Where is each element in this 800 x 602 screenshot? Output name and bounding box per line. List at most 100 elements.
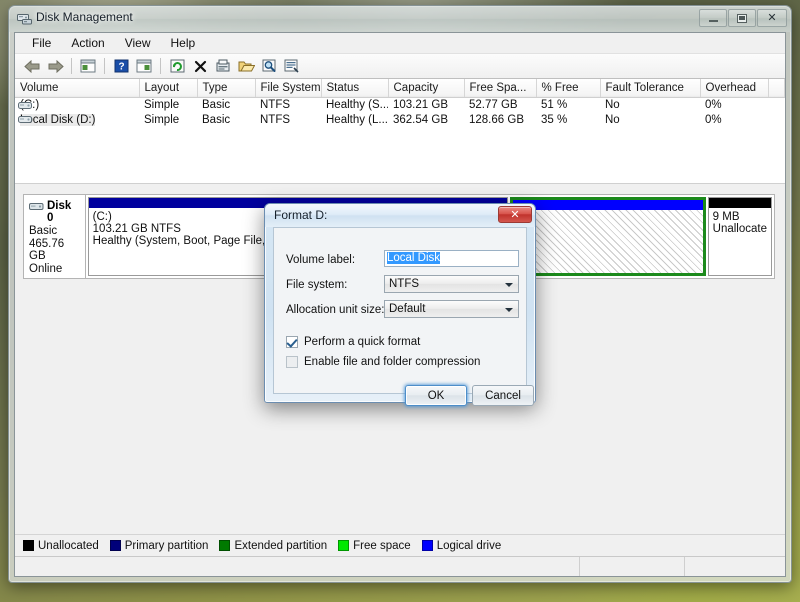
partition-formatting-hatch bbox=[513, 210, 703, 273]
perform-quick-format-checkbox[interactable]: Perform a quick format bbox=[286, 336, 420, 348]
minimize-icon bbox=[709, 20, 718, 22]
enable-compression-label: Enable file and folder compression bbox=[304, 356, 480, 368]
partition-color-bar bbox=[709, 198, 771, 208]
cell-file-system: NTFS bbox=[255, 97, 321, 112]
cancel-button-label: Cancel bbox=[485, 390, 521, 402]
disk-type: Basic bbox=[29, 225, 81, 237]
column-header-volume[interactable]: Volume bbox=[15, 79, 139, 97]
properties-icon[interactable] bbox=[212, 56, 234, 77]
column-header-spacer[interactable] bbox=[768, 79, 785, 97]
file-system-row: File system: bbox=[286, 275, 347, 295]
cell-free-space: 128.66 GB bbox=[464, 112, 536, 127]
window-controls: ✕ bbox=[699, 9, 787, 27]
statusbar-segment-2 bbox=[580, 557, 685, 576]
column-header-status[interactable]: Status bbox=[321, 79, 388, 97]
ok-button[interactable]: OK bbox=[405, 385, 467, 406]
partition-color-bar bbox=[513, 200, 703, 210]
cell-status: Healthy (S... bbox=[321, 97, 388, 112]
cell-fault-tolerance: No bbox=[600, 112, 700, 127]
legend-label: Primary partition bbox=[125, 540, 209, 552]
refresh-icon[interactable] bbox=[166, 56, 188, 77]
close-icon: ✕ bbox=[510, 208, 519, 221]
checkbox-unchecked-icon bbox=[286, 356, 298, 368]
legend-item-extended-partition: Extended partition bbox=[219, 540, 327, 552]
column-header-free-space[interactable]: Free Spa... bbox=[464, 79, 536, 97]
legend-swatch bbox=[338, 540, 349, 551]
legend-item-unallocated: Unallocated bbox=[23, 540, 99, 552]
volume-list-pane: Volume Layout Type File System Status Ca… bbox=[15, 79, 785, 184]
disk-info-panel[interactable]: Disk 0 Basic 465.76 GB Online bbox=[24, 195, 86, 278]
cell-free-space: 52.77 GB bbox=[464, 97, 536, 112]
cancel-button[interactable]: Cancel bbox=[472, 385, 534, 406]
minimize-button[interactable] bbox=[699, 9, 727, 27]
partition-unallocated[interactable]: 9 MB Unallocate bbox=[708, 197, 772, 276]
column-header-fault-tolerance[interactable]: Fault Tolerance bbox=[600, 79, 700, 97]
chevron-down-icon bbox=[505, 308, 513, 312]
show-hide-console-tree-icon[interactable] bbox=[133, 56, 155, 77]
ok-button-label: OK bbox=[428, 390, 445, 402]
cell-type: Basic bbox=[197, 112, 255, 127]
cell-layout: Simple bbox=[139, 112, 197, 127]
enable-compression-checkbox[interactable]: Enable file and folder compression bbox=[286, 356, 480, 368]
window-title: Disk Management bbox=[36, 10, 133, 24]
partition-d-selected[interactable] bbox=[510, 197, 706, 276]
file-system-select[interactable]: NTFS bbox=[384, 275, 519, 293]
column-header-type[interactable]: Type bbox=[197, 79, 255, 97]
column-header-file-system[interactable]: File System bbox=[255, 79, 321, 97]
forward-icon[interactable] bbox=[44, 56, 66, 77]
table-row[interactable]: (C:) Simple Basic NTFS Healthy (S... 103… bbox=[15, 97, 785, 112]
svg-text:?: ? bbox=[118, 62, 124, 73]
legend-swatch bbox=[422, 540, 433, 551]
column-header-capacity[interactable]: Capacity bbox=[388, 79, 464, 97]
file-system-value: NTFS bbox=[389, 278, 419, 290]
partition-size: 9 MB bbox=[713, 211, 767, 223]
cell-volume: Local Disk (D:) bbox=[15, 112, 139, 127]
legend-swatch bbox=[219, 540, 230, 551]
allocation-unit-size-select[interactable]: Default bbox=[384, 300, 519, 318]
cell-layout: Simple bbox=[139, 97, 197, 112]
close-button[interactable]: ✕ bbox=[757, 9, 787, 27]
cell-file-system: NTFS bbox=[255, 112, 321, 127]
toolbar: ? bbox=[15, 54, 785, 79]
up-one-level-icon[interactable] bbox=[77, 56, 99, 77]
column-header-layout[interactable]: Layout bbox=[139, 79, 197, 97]
disk-capacity: 465.76 GB bbox=[29, 238, 81, 262]
cell-type: Basic bbox=[197, 97, 255, 112]
disk-name-text: Disk 0 bbox=[47, 200, 71, 224]
legend-swatch bbox=[110, 540, 121, 551]
volume-table: Volume Layout Type File System Status Ca… bbox=[15, 79, 785, 127]
cell-spacer bbox=[768, 112, 785, 127]
window-titlebar[interactable]: Disk Management ✕ bbox=[9, 6, 791, 32]
maximize-button[interactable] bbox=[728, 9, 756, 27]
all-tasks-icon[interactable] bbox=[281, 56, 303, 77]
menu-action[interactable]: Action bbox=[62, 34, 113, 52]
volume-label-input[interactable]: Local Disk bbox=[384, 250, 519, 267]
open-icon[interactable] bbox=[235, 56, 257, 77]
format-dialog: Format D: ✕ Volume label: Local Disk Fil… bbox=[264, 203, 536, 403]
delete-icon[interactable] bbox=[189, 56, 211, 77]
cell-overhead: 0% bbox=[700, 97, 768, 112]
menu-help[interactable]: Help bbox=[162, 34, 205, 52]
rescan-disks-icon[interactable] bbox=[258, 56, 280, 77]
menu-file[interactable]: File bbox=[23, 34, 60, 52]
back-icon[interactable] bbox=[21, 56, 43, 77]
checkbox-checked-icon bbox=[286, 336, 298, 348]
column-header-overhead[interactable]: Overhead bbox=[700, 79, 768, 97]
volume-table-header-row: Volume Layout Type File System Status Ca… bbox=[15, 79, 785, 97]
legend-label: Logical drive bbox=[437, 540, 502, 552]
allocation-unit-size-caption: Allocation unit size: bbox=[286, 304, 384, 316]
dialog-close-button[interactable]: ✕ bbox=[498, 206, 532, 223]
cell-overhead: 0% bbox=[700, 112, 768, 127]
cell-percent-free: 51 % bbox=[536, 97, 600, 112]
allocation-unit-size-row: Allocation unit size: bbox=[286, 300, 384, 320]
volume-label-value: Local Disk bbox=[387, 252, 440, 264]
help-icon[interactable]: ? bbox=[110, 56, 132, 77]
disk-management-icon bbox=[17, 12, 32, 25]
legend-swatch bbox=[23, 540, 34, 551]
statusbar bbox=[15, 556, 785, 576]
dialog-titlebar[interactable]: Format D: ✕ bbox=[265, 204, 535, 227]
table-row[interactable]: Local Disk (D:) Simple Basic NTFS Health… bbox=[15, 112, 785, 127]
menu-view[interactable]: View bbox=[116, 34, 160, 52]
file-system-select-wrap: NTFS bbox=[384, 275, 519, 293]
column-header-percent-free[interactable]: % Free bbox=[536, 79, 600, 97]
